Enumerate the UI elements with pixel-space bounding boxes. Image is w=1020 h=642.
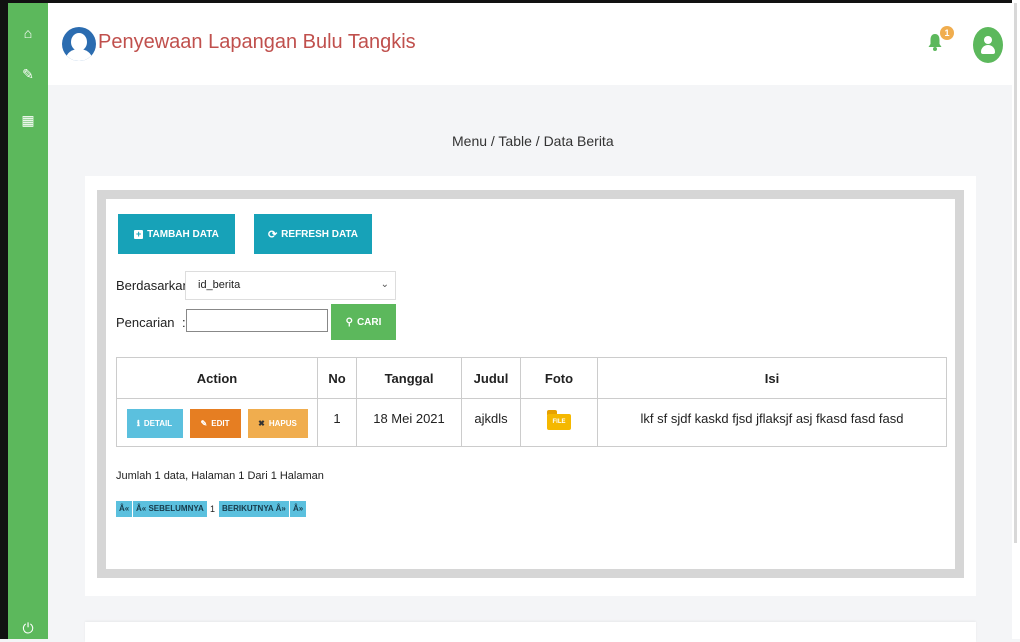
pagination-first[interactable]: Â«	[116, 501, 133, 517]
calendar-icon[interactable]: ▦	[8, 112, 48, 129]
search-button-label: CARI	[356, 316, 382, 328]
breadcrumb: Menu / Table / Data Berita	[452, 133, 614, 149]
search-icon: ⚲	[345, 316, 353, 328]
chevron-down-icon: ⌄	[380, 279, 389, 290]
sidebar: ⌂ ✎ ▦ ⏻	[8, 3, 48, 639]
column-header-no: No	[317, 357, 357, 399]
action-cell: ℹ DETAIL ✎ EDIT ✖ HAPUS	[116, 398, 318, 447]
edit-button[interactable]: ✎ EDIT	[189, 409, 241, 438]
cell-foto: FILE	[520, 398, 598, 447]
pagination-current-page[interactable]: 1	[210, 501, 215, 517]
pagination-last[interactable]: Â»	[290, 501, 307, 517]
scrollbar[interactable]	[1012, 0, 1020, 639]
user-avatar[interactable]	[973, 27, 1003, 63]
edit-icon[interactable]: ✎	[8, 66, 48, 83]
search-button[interactable]: ⚲ CARI	[331, 304, 396, 340]
info-icon: ℹ	[136, 419, 140, 428]
folder-icon[interactable]: FILE	[547, 410, 571, 430]
top-bar: Penyewaan Lapangan Bulu Tangkis 1	[48, 3, 1012, 85]
add-data-button[interactable]: + TAMBAH DATA	[118, 214, 235, 254]
app-title: Penyewaan Lapangan Bulu Tangkis	[98, 31, 416, 53]
cell-judul: ajkdls	[461, 398, 521, 447]
cell-tanggal: 18 Mei 2021	[356, 398, 462, 447]
column-header-judul: Judul	[461, 357, 521, 399]
filter-select[interactable]: id_berita ⌄	[185, 271, 396, 300]
add-data-label: TAMBAH DATA	[147, 228, 219, 240]
close-icon: ✖	[258, 419, 265, 428]
bell-icon[interactable]	[928, 33, 942, 56]
cell-isi: lkf sf sjdf kaskd fjsd jflaksjf asj fkas…	[597, 398, 947, 447]
column-header-tanggal: Tanggal	[356, 357, 462, 399]
secondary-card	[85, 622, 976, 642]
filter-label: Berdasarkan:	[116, 278, 194, 293]
app-logo	[62, 27, 96, 61]
refresh-data-label: REFRESH DATA	[281, 228, 359, 240]
folder-icon-label: FILE	[547, 414, 571, 430]
window-left-border	[0, 0, 8, 639]
plus-square-icon: +	[134, 228, 144, 239]
cell-no: 1	[317, 398, 357, 447]
edit-icon: ✎	[200, 419, 208, 428]
scrollbar-thumb[interactable]	[1014, 3, 1017, 543]
power-icon[interactable]: ⏻	[8, 620, 48, 637]
refresh-icon: ⟳	[267, 228, 278, 241]
table-row: ℹ DETAIL ✎ EDIT ✖ HAPUS 1 18 Mei 2021 aj…	[116, 398, 947, 447]
search-label: Pencarian	[116, 315, 175, 330]
search-input[interactable]	[186, 309, 328, 332]
pagination-previous[interactable]: Â« SEBELUMNYA	[133, 501, 207, 517]
table-summary: Jumlah 1 data, Halaman 1 Dari 1 Halaman	[116, 470, 324, 482]
pagination-next[interactable]: BERIKUTNYA Â»	[219, 501, 289, 517]
data-table: Action No Tanggal Judul Foto Isi ℹ DETAI…	[116, 357, 947, 447]
filter-select-value: id_berita	[198, 279, 241, 291]
table-header-row: Action No Tanggal Judul Foto Isi	[116, 357, 947, 399]
notification-badge: 1	[940, 26, 954, 40]
detail-button[interactable]: ℹ DETAIL	[126, 409, 183, 438]
detail-label: DETAIL	[143, 419, 173, 428]
refresh-data-button[interactable]: ⟳ REFRESH DATA	[254, 214, 372, 254]
column-header-isi: Isi	[597, 357, 947, 399]
edit-label: EDIT	[211, 419, 230, 428]
delete-button[interactable]: ✖ HAPUS	[247, 409, 308, 438]
column-header-action: Action	[116, 357, 318, 399]
home-icon[interactable]: ⌂	[8, 25, 48, 41]
column-header-foto: Foto	[520, 357, 598, 399]
delete-label: HAPUS	[268, 419, 297, 428]
